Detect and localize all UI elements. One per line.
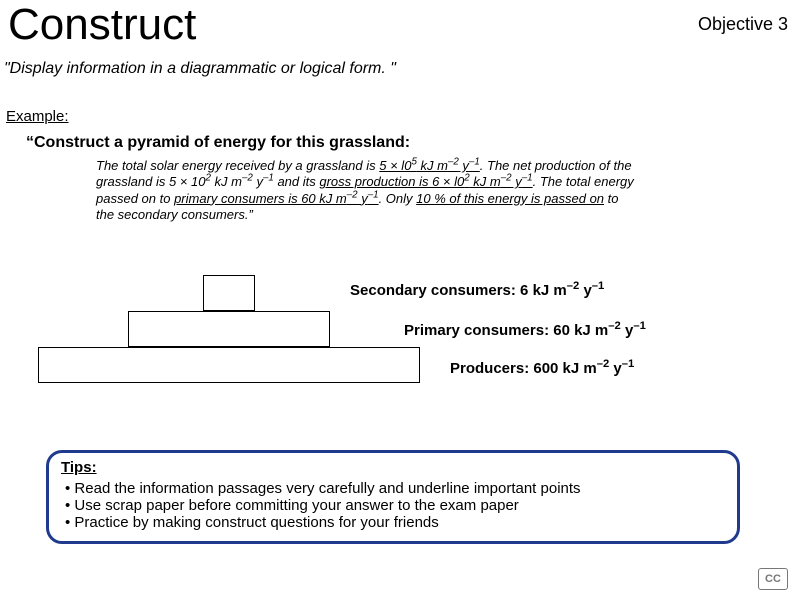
pyramid-bar-primary xyxy=(128,311,330,347)
pyramid-label-primary: Primary consumers: 60 kJ m–2 y–1 xyxy=(404,322,646,339)
prompt-rest: a pyramid of energy for this grassland: xyxy=(110,134,411,151)
tips-item: Read the information passages very caref… xyxy=(65,480,725,497)
example-passage: The total solar energy received by a gra… xyxy=(96,158,636,223)
example-prompt: “Construct a pyramid of energy for this … xyxy=(26,134,410,152)
pyramid-label-secondary: Secondary consumers: 6 kJ m–2 y–1 xyxy=(350,282,604,299)
example-heading: Example: xyxy=(6,108,69,125)
prompt-construct-word: “Construct xyxy=(26,134,110,151)
pyramid-label-producers: Producers: 600 kJ m–2 y–1 xyxy=(450,360,634,377)
tips-list: Read the information passages very caref… xyxy=(61,480,725,531)
tips-title: Tips: xyxy=(61,459,725,476)
tips-item: Practice by making construct questions f… xyxy=(65,514,725,531)
pyramid-bar-producers xyxy=(38,347,420,383)
pyramid-bar-secondary xyxy=(203,275,255,311)
page-title: Construct xyxy=(8,0,196,50)
cc-badge: CC xyxy=(758,568,788,590)
tips-box: Tips: Read the information passages very… xyxy=(46,450,740,544)
definition-text: "Display information in a diagrammatic o… xyxy=(4,60,396,78)
tips-item: Use scrap paper before committing your a… xyxy=(65,497,725,514)
objective-label: Objective 3 xyxy=(698,14,788,35)
